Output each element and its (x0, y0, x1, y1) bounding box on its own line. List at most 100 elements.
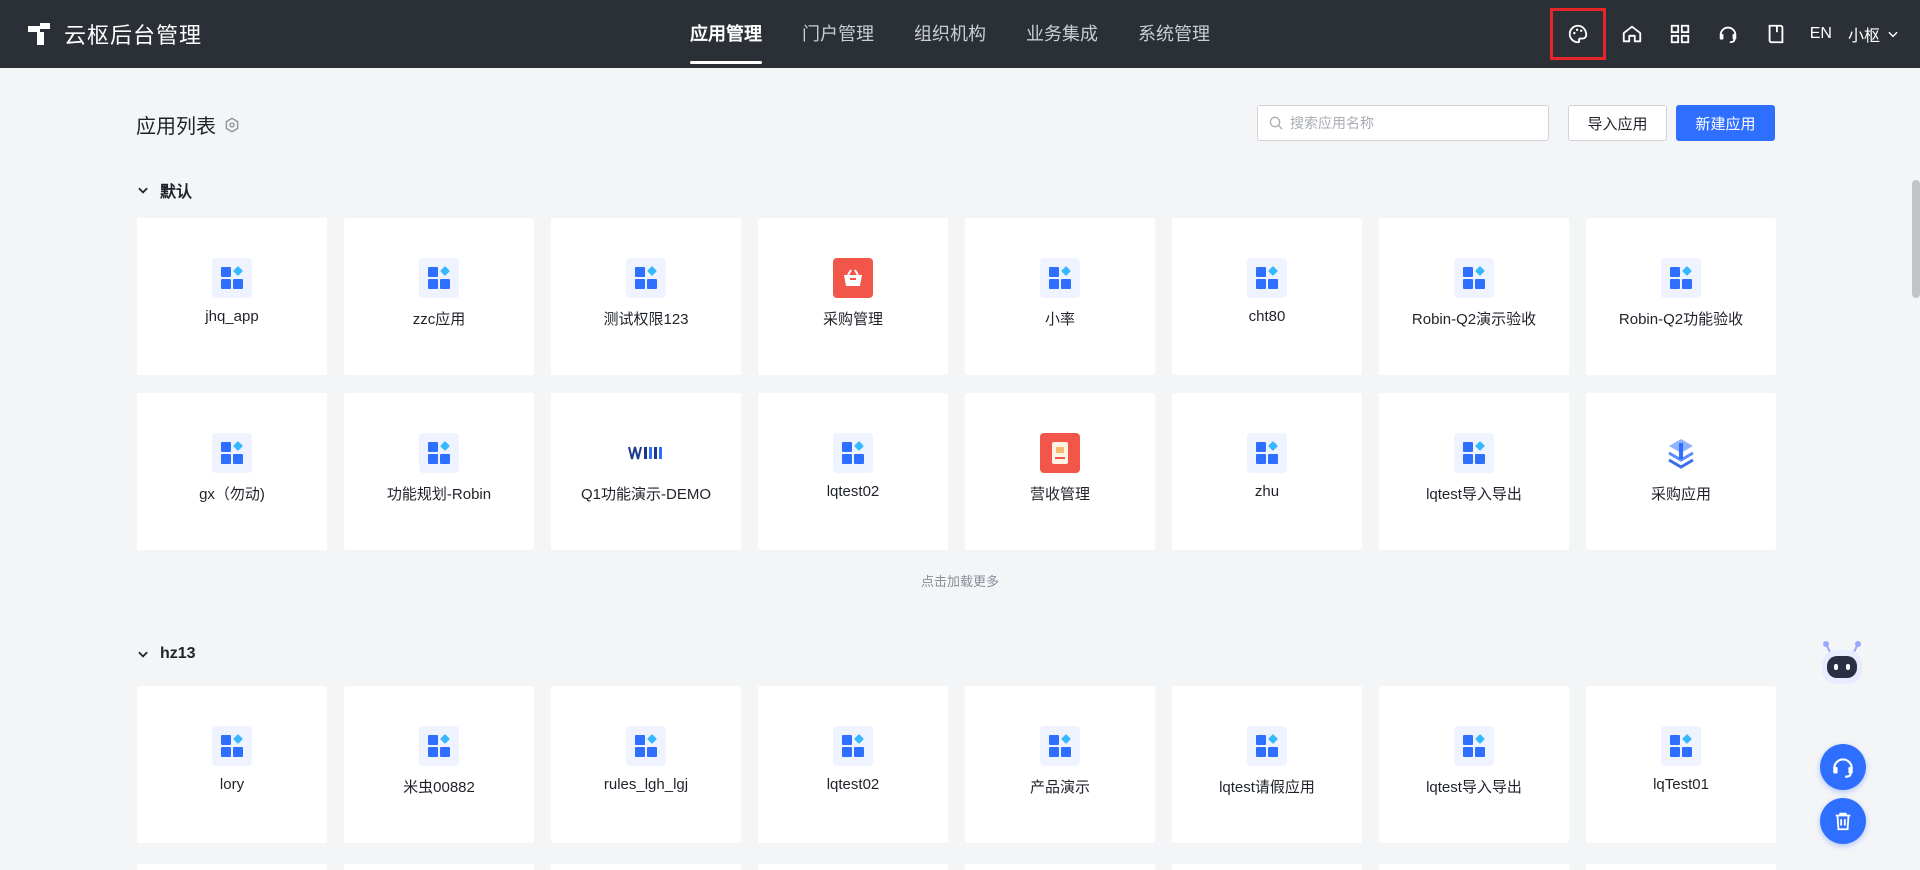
nav-item-organization[interactable]: 组织机构 (914, 0, 986, 68)
app-card-label: jhq_app (205, 308, 259, 325)
app-card-label: 米虫00882 (403, 779, 475, 796)
app-card[interactable]: Q1功能演示-DEMO (551, 393, 741, 550)
group-header-hz13[interactable]: hz13 (136, 645, 196, 663)
top-nav-bar: 云枢后台管理 应用管理 门户管理 组织机构 业务集成 系统管理 EN 小枢 (0, 0, 1920, 68)
search-icon (1269, 116, 1283, 130)
app-card[interactable]: 功能规划-Robin (344, 393, 534, 550)
chevron-down-icon (1888, 31, 1898, 38)
app-card-label: zhu (1254, 483, 1280, 500)
app-card[interactable]: 小率 (965, 218, 1155, 375)
customer-service-button[interactable] (1820, 744, 1866, 790)
app-card[interactable]: Robin-Q2功能验收 (1586, 218, 1776, 375)
search-input[interactable] (1290, 115, 1530, 131)
user-menu[interactable]: 小枢 (1842, 22, 1900, 46)
support-button[interactable] (1704, 10, 1752, 58)
home-button[interactable] (1608, 10, 1656, 58)
app-card[interactable]: lqtest02 (758, 393, 948, 550)
app-card[interactable]: 营收管理 (965, 393, 1155, 550)
app-card-label: lqtest请假应用 (1219, 779, 1315, 796)
grid-app-icon (626, 258, 666, 298)
app-card-label: 采购管理 (822, 311, 883, 328)
chevron-down-icon (138, 187, 148, 194)
search-box[interactable] (1257, 105, 1549, 141)
group-name: 默认 (160, 184, 193, 201)
grid-app-icon (1247, 258, 1287, 298)
app-card-label: lqtest导入导出 (1426, 486, 1522, 503)
new-app-button[interactable]: 新建应用 (1676, 105, 1775, 141)
stack-icon (1661, 433, 1701, 473)
brand[interactable]: 云枢后台管理 (26, 0, 202, 68)
grid-app-icon (419, 258, 459, 298)
app-card-label: lqTest01 (1653, 776, 1709, 793)
headset-icon (1719, 26, 1736, 44)
headset-icon (1833, 758, 1853, 778)
grid-app-icon (1247, 433, 1287, 473)
grid-app-icon (1454, 258, 1494, 298)
app-card[interactable]: zhu (1172, 393, 1362, 550)
app-card[interactable]: cht80 (1172, 218, 1362, 375)
grid-app-icon (1454, 726, 1494, 766)
app-card-label: Robin-Q2功能验收 (1618, 311, 1744, 328)
nav-item-system-management[interactable]: 系统管理 (1138, 0, 1210, 68)
home-icon (1622, 25, 1641, 43)
app-card-label: 测试权限123 (603, 311, 689, 328)
app-card-label: cht80 (1248, 308, 1286, 325)
app-card[interactable]: jhq_app (137, 218, 327, 375)
page-title: 应用列表 (136, 110, 240, 139)
app-card-label: lqtest导入导出 (1426, 779, 1522, 796)
chevron-down-icon (138, 651, 148, 658)
app-card[interactable]: 采购应用 (1586, 393, 1776, 550)
app-card[interactable]: lqtest02 (758, 686, 948, 843)
app-card-label: 功能规划-Robin (386, 486, 492, 503)
app-card[interactable]: zzc应用 (344, 218, 534, 375)
scrollbar-thumb[interactable] (1912, 180, 1920, 298)
assistant-robot[interactable] (1818, 640, 1866, 690)
trash-icon (1835, 812, 1851, 831)
basket-icon (833, 258, 873, 298)
app-card[interactable]: 产品演示 (965, 686, 1155, 843)
theme-palette-button[interactable] (1549, 8, 1606, 60)
import-app-button[interactable]: 导入应用 (1568, 105, 1667, 141)
app-card[interactable]: gx（勿动) (137, 393, 327, 550)
app-card[interactable]: lqtest导入导出 (1379, 686, 1569, 843)
grid-app-icon (1040, 726, 1080, 766)
grid-app-icon (1247, 726, 1287, 766)
app-card[interactable]: Robin-Q2演示验收 (1379, 218, 1569, 375)
apps-grid-button[interactable] (1656, 10, 1704, 58)
app-card-label: lqtest02 (826, 483, 880, 500)
recycle-bin-button[interactable] (1820, 798, 1866, 844)
group-header-default[interactable]: 默认 (136, 178, 192, 202)
app-card-label: lqtest02 (826, 776, 880, 793)
grid-app-icon (833, 433, 873, 473)
app-card[interactable]: 米虫00882 (344, 686, 534, 843)
nav-item-business-integration[interactable]: 业务集成 (1026, 0, 1098, 68)
app-card[interactable]: rules_lgh_lgj (551, 686, 741, 843)
app-card-label: 产品演示 (1029, 779, 1090, 796)
brand-logo-icon (26, 21, 52, 47)
app-card[interactable]: 测试权限123 (551, 218, 741, 375)
app-card[interactable]: lory (137, 686, 327, 843)
app-card-label: 营收管理 (1029, 486, 1090, 503)
app-card-label: 小率 (1044, 311, 1075, 328)
app-card-label: gx（勿动) (199, 486, 265, 503)
grid-app-icon (212, 258, 252, 298)
grid-app-icon (626, 726, 666, 766)
grid-app-icon (212, 726, 252, 766)
toolbar: EN 小枢 (1549, 0, 1900, 68)
nav-item-portal-management[interactable]: 门户管理 (802, 0, 874, 68)
app-grid-hz13: lory 米虫00882 rules_lgh_lgj lqtest02 产品演示 lqte… (137, 686, 1777, 843)
nav-item-app-management[interactable]: 应用管理 (690, 0, 762, 68)
app-card[interactable]: lqtest导入导出 (1379, 393, 1569, 550)
load-more: 点击加载更多 (0, 571, 1920, 590)
brand-name: 云枢后台管理 (64, 23, 203, 48)
language-switch[interactable]: EN (1800, 25, 1842, 43)
app-card-label: Q1功能演示-DEMO (580, 486, 711, 503)
app-card[interactable]: lqtest请假应用 (1172, 686, 1362, 843)
app-card[interactable]: lqTest01 (1586, 686, 1776, 843)
settings-hex-icon[interactable] (224, 117, 240, 133)
page-title-text: 应用列表 (136, 116, 216, 138)
load-more-link[interactable]: 点击加载更多 (921, 574, 999, 589)
docs-button[interactable] (1752, 10, 1800, 58)
app-card[interactable]: 采购管理 (758, 218, 948, 375)
grid-app-icon (1040, 258, 1080, 298)
